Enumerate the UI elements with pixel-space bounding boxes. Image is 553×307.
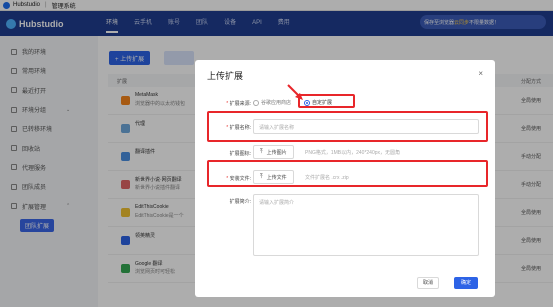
source-label: * 扩展来源: <box>226 101 251 107</box>
close-icon[interactable]: × <box>478 69 483 78</box>
annotation-box-name <box>207 111 488 142</box>
confirm-button[interactable]: 确定 <box>454 277 478 289</box>
annotation-arrow-icon <box>287 84 303 100</box>
radio-circle-icon <box>253 99 259 106</box>
upload-image-button[interactable]: ⤒ 上传图片 <box>253 145 294 159</box>
extension-intro-textarea[interactable]: 请输入扩展简介 <box>253 194 479 256</box>
dialog-title: 上传扩展 <box>207 71 244 81</box>
icon-label: 扩展图标: <box>229 151 251 157</box>
cancel-button[interactable]: 取消 <box>417 277 439 289</box>
icon-hint: PNG格式，1MB以内，240*240px，无圆角 <box>305 150 401 156</box>
intro-label: 扩展简介: <box>229 199 251 205</box>
upload-icon: ⤒ <box>260 148 263 155</box>
annotation-box-file <box>207 160 488 187</box>
annotation-box-source <box>298 94 355 108</box>
